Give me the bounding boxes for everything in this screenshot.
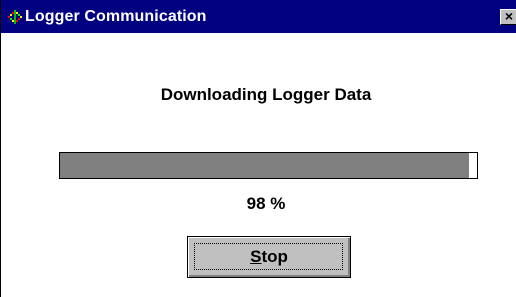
stop-mnemonic: S [250,247,262,266]
title-bar[interactable]: Logger Communication × [1,0,516,33]
window-title: Logger Communication [25,8,207,25]
stop-button-label: Stop [188,237,350,277]
close-button[interactable]: × [500,9,516,25]
logger-app-icon [7,9,23,25]
stop-label-rest: top [261,247,288,266]
progress-percent: 98 % [246,194,286,213]
logger-communication-window: Logger Communication × Downloading Logge… [0,0,516,297]
close-icon: × [504,8,514,24]
progress-fill [60,153,469,178]
download-progress-bar [59,152,478,179]
stop-button[interactable]: Stop [187,236,351,278]
status-message: Downloading Logger Data [160,85,372,104]
